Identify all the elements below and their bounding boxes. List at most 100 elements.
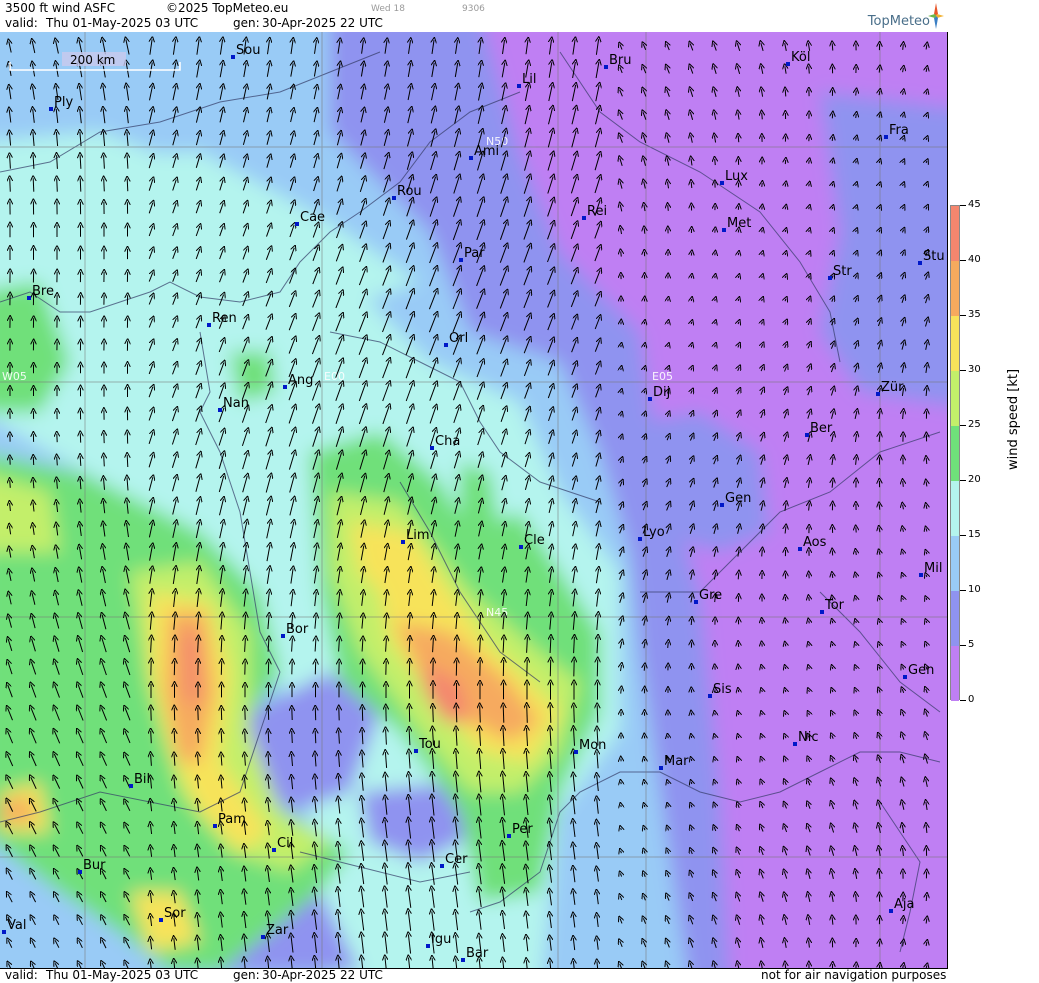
wind-arrow	[691, 782, 692, 784]
city-marker	[638, 537, 642, 541]
city-marker	[828, 276, 832, 280]
wind-arrow	[621, 688, 622, 694]
city-label: Ami	[474, 144, 499, 159]
city-label: Cae	[300, 210, 325, 225]
gen-time: 30-Apr-2025 22 UTC	[262, 16, 383, 30]
city: Ber	[805, 421, 833, 437]
city: Met	[722, 216, 751, 232]
city-label: Sor	[164, 906, 186, 921]
wind-arrow	[621, 391, 622, 393]
wind-arrow	[433, 706, 434, 723]
city-label: Nan	[223, 396, 249, 411]
city-marker	[430, 446, 434, 450]
city-label: Bor	[286, 622, 309, 637]
city: Zür	[876, 380, 904, 396]
valid-label: valid:	[5, 16, 38, 30]
wind-arrow	[691, 619, 692, 626]
wind-arrow	[762, 113, 763, 120]
city-marker	[519, 545, 523, 549]
city-label: Dij	[653, 385, 670, 400]
legend-tick-label: 10	[968, 584, 981, 595]
city-label: Per	[512, 822, 533, 837]
wind-arrow	[832, 207, 833, 209]
city-marker	[517, 84, 521, 88]
wind-arrow	[809, 66, 810, 74]
wind-arrow	[809, 621, 810, 624]
wind-arrow	[809, 667, 810, 669]
wind-arrow	[832, 644, 833, 646]
grid-label: E05	[652, 370, 673, 383]
city-marker	[159, 918, 163, 922]
city-label: Met	[727, 216, 751, 231]
wind-arrow	[903, 44, 904, 50]
legend-tick	[960, 645, 966, 646]
city: Aos	[798, 535, 827, 551]
city-label: Tou	[418, 737, 441, 752]
city-label: Gen	[725, 491, 751, 506]
city: Gre	[694, 588, 722, 604]
wind-arrow	[10, 178, 11, 192]
wind-arrow	[832, 43, 833, 51]
city: Cha	[430, 434, 460, 450]
city-marker	[283, 385, 287, 389]
wind-arrow	[221, 731, 222, 743]
city-label: Orl	[449, 331, 468, 346]
city-label: Aos	[803, 535, 827, 550]
city-label: Str	[833, 264, 852, 279]
wind-arrow	[856, 114, 857, 119]
city-marker	[574, 750, 578, 754]
wind-arrow	[668, 805, 669, 807]
city-marker	[218, 408, 222, 412]
gen-label: gen:	[233, 16, 260, 30]
wind-arrow	[292, 731, 293, 744]
wind-arrow	[574, 705, 575, 723]
city-marker	[918, 261, 922, 265]
city-marker	[129, 784, 133, 788]
legend-tick	[960, 590, 966, 591]
wind-arrow	[785, 230, 786, 232]
wind-arrow	[879, 941, 880, 947]
city-label: Rei	[587, 204, 607, 219]
city-label: Par	[464, 246, 485, 261]
wind-arrow	[903, 918, 904, 924]
day-marker: Wed 18	[371, 4, 405, 14]
legend-tick	[960, 260, 966, 261]
wind-arrow	[456, 706, 457, 723]
city-label: Sis	[713, 682, 732, 697]
wind-arrow	[832, 161, 833, 164]
wind-arrow	[785, 667, 786, 669]
city-marker	[798, 547, 802, 551]
wind-arrow	[715, 159, 716, 166]
wind-arrow	[315, 731, 316, 744]
wind-arrow	[644, 805, 645, 807]
valid-time: Thu 01-May-2025 03 UTC	[46, 16, 199, 30]
wind-arrow	[738, 136, 739, 143]
wind-arrow	[644, 665, 645, 671]
wind-arrow	[104, 456, 105, 467]
city-marker	[793, 742, 797, 746]
city: Ren	[207, 311, 237, 327]
wind-arrow	[691, 759, 692, 761]
city-label: Cha	[435, 434, 460, 449]
city: Mon	[574, 738, 606, 754]
city-marker	[213, 824, 217, 828]
city-label: Lim	[406, 528, 430, 543]
wind-arrow	[268, 731, 269, 743]
legend-tick	[960, 315, 966, 316]
footer-valid-time: Thu 01-May-2025 03 UTC	[46, 968, 199, 982]
legend-tick-label: 15	[968, 529, 981, 540]
city: Zar	[261, 923, 289, 939]
wind-map[interactable]: N50 N45 W05 E00 E05 Sou Ply Lil Bru Köl Ami Fra Lux…	[0, 32, 948, 969]
wind-arrow	[715, 299, 716, 301]
wind-arrow	[715, 322, 716, 324]
city-label: Zür	[881, 380, 904, 395]
wind-arrow	[762, 230, 763, 232]
city-label: Ber	[810, 421, 833, 436]
wind-arrow	[691, 182, 692, 189]
legend-band	[951, 591, 959, 646]
city-marker	[919, 573, 923, 577]
legend-tick	[960, 425, 966, 426]
wind-arrow	[856, 184, 857, 186]
wind-arrow	[715, 736, 716, 738]
wind-arrow	[785, 690, 786, 692]
